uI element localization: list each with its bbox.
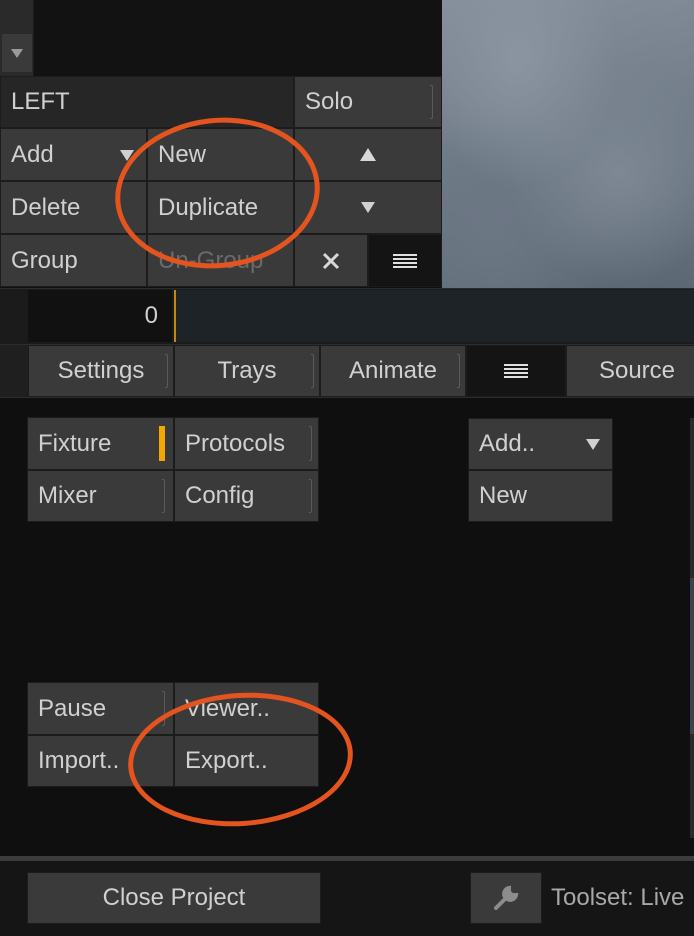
solo-label: Solo bbox=[305, 88, 354, 115]
close-project-button[interactable]: Close Project bbox=[27, 872, 321, 924]
timeline-value: 0 bbox=[144, 302, 158, 329]
tab-animate-label: Animate bbox=[348, 357, 438, 384]
protocols-label: Protocols bbox=[185, 429, 286, 457]
wrench-icon bbox=[494, 885, 519, 910]
timeline-counter[interactable]: 0 bbox=[28, 290, 172, 342]
tab-animate-indicator bbox=[457, 354, 460, 388]
tab-source[interactable]: Source bbox=[566, 345, 694, 397]
tab-settings[interactable]: Settings bbox=[28, 345, 174, 397]
config-button[interactable]: Config bbox=[174, 470, 319, 522]
toolset-label: Toolset: Live bbox=[551, 884, 685, 911]
config-indicator bbox=[309, 479, 312, 513]
tab-menu-button[interactable] bbox=[466, 345, 566, 397]
mixer-label: Mixer bbox=[38, 482, 97, 509]
fixture-label: Fixture bbox=[38, 429, 112, 457]
close-layer-button[interactable] bbox=[294, 234, 368, 287]
add-menu-button[interactable]: Add.. bbox=[468, 418, 613, 470]
group-button[interactable]: Group bbox=[0, 234, 147, 287]
tab-animate[interactable]: Animate bbox=[320, 345, 466, 397]
dropdown-arrow-icon bbox=[586, 439, 600, 450]
solo-button[interactable]: Solo bbox=[294, 76, 442, 128]
tab-trays-label: Trays bbox=[217, 357, 277, 384]
arrow-up-icon bbox=[360, 148, 376, 161]
mixer-button[interactable]: Mixer bbox=[27, 470, 174, 522]
solo-indicator bbox=[430, 85, 433, 119]
tab-settings-indicator bbox=[165, 354, 168, 388]
fixture-button[interactable]: Fixture bbox=[27, 417, 174, 470]
toolset-wrench-button[interactable] bbox=[470, 872, 542, 924]
timeline-track[interactable] bbox=[174, 290, 694, 342]
new-button[interactable]: New bbox=[468, 470, 613, 522]
add-label: Add bbox=[11, 140, 54, 168]
protocols-button[interactable]: Protocols bbox=[174, 417, 319, 470]
video-preview bbox=[442, 0, 694, 288]
menu-icon bbox=[393, 253, 417, 268]
menu-icon bbox=[504, 364, 528, 378]
config-label: Config bbox=[185, 482, 255, 509]
layer-menu-button[interactable] bbox=[368, 234, 442, 287]
fixture-active-indicator bbox=[159, 426, 165, 461]
scroll-down-button[interactable] bbox=[2, 34, 32, 72]
tab-trays[interactable]: Trays bbox=[174, 345, 320, 397]
arrow-down-icon bbox=[361, 202, 375, 213]
tab-trays-indicator bbox=[311, 354, 314, 388]
add-menu-label: Add.. bbox=[479, 430, 536, 457]
close-icon bbox=[322, 252, 340, 269]
protocols-indicator bbox=[309, 426, 312, 461]
chevron-down-icon bbox=[11, 48, 23, 58]
scrollbar-thumb[interactable] bbox=[690, 578, 694, 734]
tab-settings-label: Settings bbox=[57, 357, 145, 384]
pause-label: Pause bbox=[38, 694, 107, 722]
mixer-indicator bbox=[162, 479, 165, 513]
top-panel bbox=[0, 0, 442, 76]
